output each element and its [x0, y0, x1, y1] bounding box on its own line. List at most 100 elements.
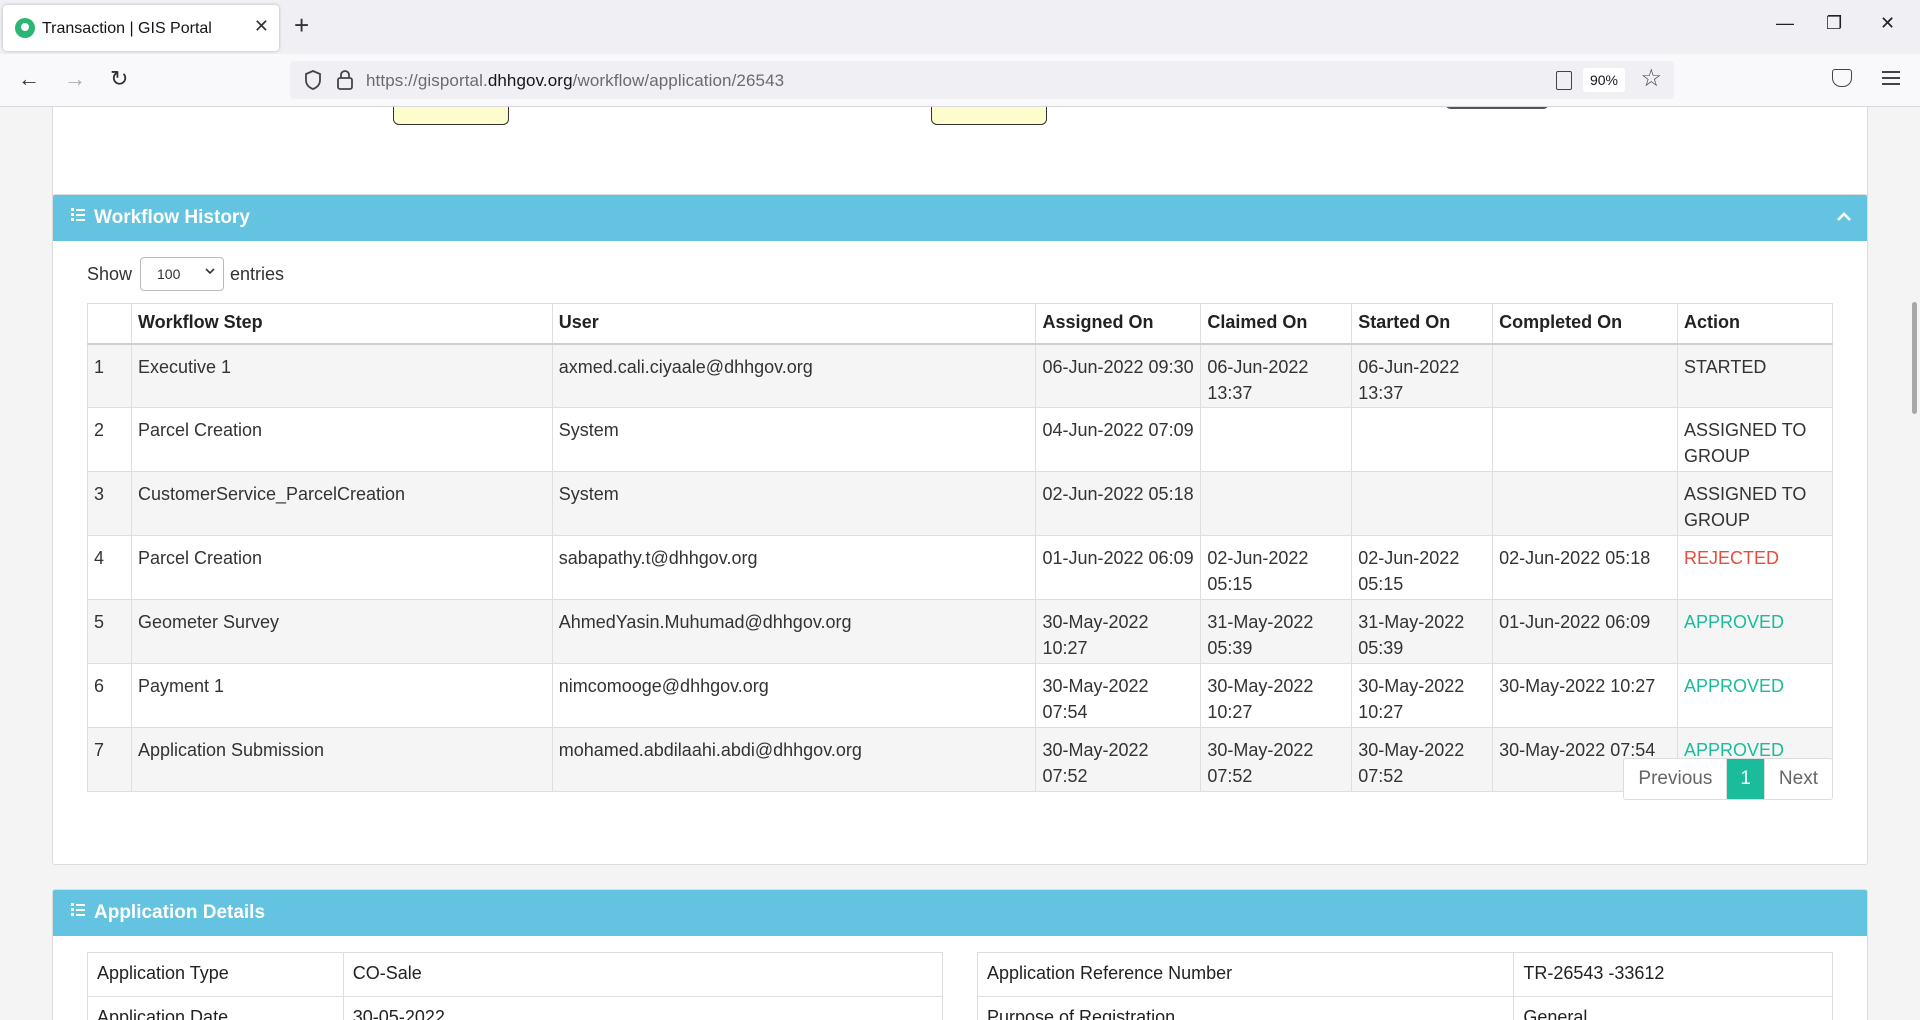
table-row: 6 Payment 1 nimcomooge@dhhgov.org 30-May-20…: [87, 663, 1833, 728]
detail-label: Application Date: [87, 996, 344, 1020]
table-row: Application Date 30-05-2022: [87, 996, 944, 1020]
workflow-step-cell: CustomerService_ParcelCreation: [130, 471, 553, 536]
row-number: 7: [87, 727, 132, 792]
column-header[interactable]: Completed On: [1492, 303, 1679, 345]
current-page-button[interactable]: 1: [1727, 759, 1764, 799]
column-header[interactable]: Assigned On: [1035, 303, 1202, 345]
detail-value: 30-05-2022: [342, 996, 944, 1020]
tab-title: Transaction | GIS Portal: [42, 20, 212, 37]
row-number: 5: [87, 599, 132, 664]
minimize-icon[interactable]: —: [1776, 13, 1794, 33]
row-number: 3: [87, 471, 132, 536]
column-header[interactable]: User: [551, 303, 1037, 345]
assigned-on-cell: 30-May-2022 07:52: [1035, 727, 1202, 792]
table-row: Purpose of Registration General: [976, 996, 1833, 1020]
started-on-cell: 30-May-2022 10:27: [1351, 663, 1494, 728]
bookmark-star-icon[interactable]: ☆: [1640, 66, 1662, 92]
assigned-on-cell: 30-May-2022 10:27: [1035, 599, 1202, 664]
action-cell: APPROVED: [1677, 599, 1833, 664]
completed-on-cell: [1492, 407, 1679, 472]
table-row: Application Reference Number TR-26543 -3…: [976, 952, 1833, 997]
page-content: Workflow History Show 100 entries Workfl…: [0, 107, 1920, 1020]
completed-on-cell: [1492, 471, 1679, 536]
table-header-row: Workflow Step User Assigned On Claimed O…: [87, 303, 1833, 345]
url-text[interactable]: https://gisportal.dhhgov.org/workflow/ap…: [366, 71, 784, 91]
card-header[interactable]: Application Details: [53, 890, 1867, 936]
column-header[interactable]: [87, 303, 132, 345]
reader-view-icon[interactable]: [1556, 71, 1572, 90]
user-cell: AhmedYasin.Muhumad@dhhgov.org: [551, 599, 1037, 664]
diagram-node: [931, 107, 1047, 125]
forward-icon[interactable]: →: [64, 66, 86, 92]
column-header[interactable]: Claimed On: [1200, 303, 1353, 345]
claimed-on-cell: [1200, 407, 1353, 472]
completed-on-cell: 02-Jun-2022 05:18: [1492, 535, 1679, 600]
workflow-history-card: Workflow History Show 100 entries Workfl…: [52, 194, 1868, 865]
claimed-on-cell: [1200, 471, 1353, 536]
address-bar[interactable]: https://gisportal.dhhgov.org/workflow/ap…: [290, 61, 1674, 99]
chevron-down-icon: [205, 268, 215, 275]
new-tab-icon[interactable]: +: [294, 12, 309, 38]
assigned-on-cell: 30-May-2022 07:54: [1035, 663, 1202, 728]
column-header[interactable]: Action: [1677, 303, 1833, 345]
column-header[interactable]: Started On: [1351, 303, 1494, 345]
scrollbar-thumb[interactable]: [1912, 302, 1917, 414]
row-number: 1: [87, 343, 132, 408]
entries-label: entries: [230, 264, 285, 284]
started-on-cell: 06-Jun-2022 13:37: [1351, 343, 1494, 408]
lock-icon[interactable]: [336, 69, 354, 91]
diagram-node: [393, 107, 509, 125]
workflow-step-cell: Parcel Creation: [130, 407, 553, 472]
restore-icon[interactable]: ❐: [1826, 13, 1842, 33]
claimed-on-cell: 06-Jun-2022 13:37: [1200, 343, 1353, 408]
shield-icon[interactable]: [304, 70, 322, 90]
site-favicon-icon: [15, 18, 35, 38]
previous-page-button[interactable]: Previous: [1624, 759, 1728, 799]
user-cell: System: [551, 407, 1037, 472]
row-number: 2: [87, 407, 132, 472]
tab-close-icon[interactable]: ✕: [254, 16, 269, 36]
card-title: Application Details: [94, 902, 266, 923]
diagram-node: [1445, 107, 1549, 109]
row-number: 4: [87, 535, 132, 600]
next-page-button[interactable]: Next: [1763, 759, 1832, 799]
chevron-up-icon[interactable]: [1835, 209, 1853, 225]
application-details-card: Application Details Application Type CO-…: [52, 889, 1868, 1020]
assigned-on-cell: 01-Jun-2022 06:09: [1035, 535, 1202, 600]
zoom-level[interactable]: 90%: [1582, 68, 1625, 92]
list-icon: [71, 903, 85, 917]
claimed-on-cell: 30-May-2022 10:27: [1200, 663, 1353, 728]
list-icon: [71, 208, 85, 222]
pocket-icon[interactable]: [1832, 69, 1852, 87]
browser-nav-bar: ← → ↻ https://gisportal.dhhgov.org/workf…: [0, 54, 1920, 107]
completed-on-cell: 01-Jun-2022 06:09: [1492, 599, 1679, 664]
table-row: 1 Executive 1 axmed.cali.ciyaale@dhhgov.or…: [87, 343, 1833, 408]
workflow-step-cell: Executive 1: [130, 343, 553, 408]
started-on-cell: 02-Jun-2022 05:15: [1351, 535, 1494, 600]
card-header[interactable]: Workflow History: [53, 195, 1867, 241]
menu-icon[interactable]: [1882, 71, 1900, 85]
column-header[interactable]: Workflow Step: [130, 303, 553, 345]
browser-tab[interactable]: Transaction | GIS Portal ✕: [3, 5, 279, 51]
completed-on-cell: 30-May-2022 10:27: [1492, 663, 1679, 728]
reload-icon[interactable]: ↻: [110, 66, 128, 92]
page-size-value: 100: [157, 266, 181, 282]
close-window-icon[interactable]: ✕: [1880, 13, 1895, 33]
detail-label: Purpose of Registration: [976, 996, 1515, 1020]
scrollbar[interactable]: [1907, 107, 1920, 1020]
detail-label: Application Type: [87, 952, 344, 997]
back-icon[interactable]: ←: [18, 66, 40, 92]
detail-value: CO-Sale: [342, 952, 944, 997]
workflow-table: Workflow Step User Assigned On Claimed O…: [87, 303, 1833, 792]
action-cell: REJECTED: [1677, 535, 1833, 600]
page-size-select[interactable]: 100: [140, 257, 224, 291]
row-number: 6: [87, 663, 132, 728]
detail-value: TR-26543 -33612: [1513, 952, 1833, 997]
assigned-on-cell: 04-Jun-2022 07:09: [1035, 407, 1202, 472]
browser-tab-bar: Transaction | GIS Portal ✕ + — ❐ ✕: [0, 0, 1920, 54]
started-on-cell: 30-May-2022 07:52: [1351, 727, 1494, 792]
started-on-cell: [1351, 407, 1494, 472]
workflow-step-cell: Parcel Creation: [130, 535, 553, 600]
action-cell: STARTED: [1677, 343, 1833, 408]
workflow-step-cell: Application Submission: [130, 727, 553, 792]
